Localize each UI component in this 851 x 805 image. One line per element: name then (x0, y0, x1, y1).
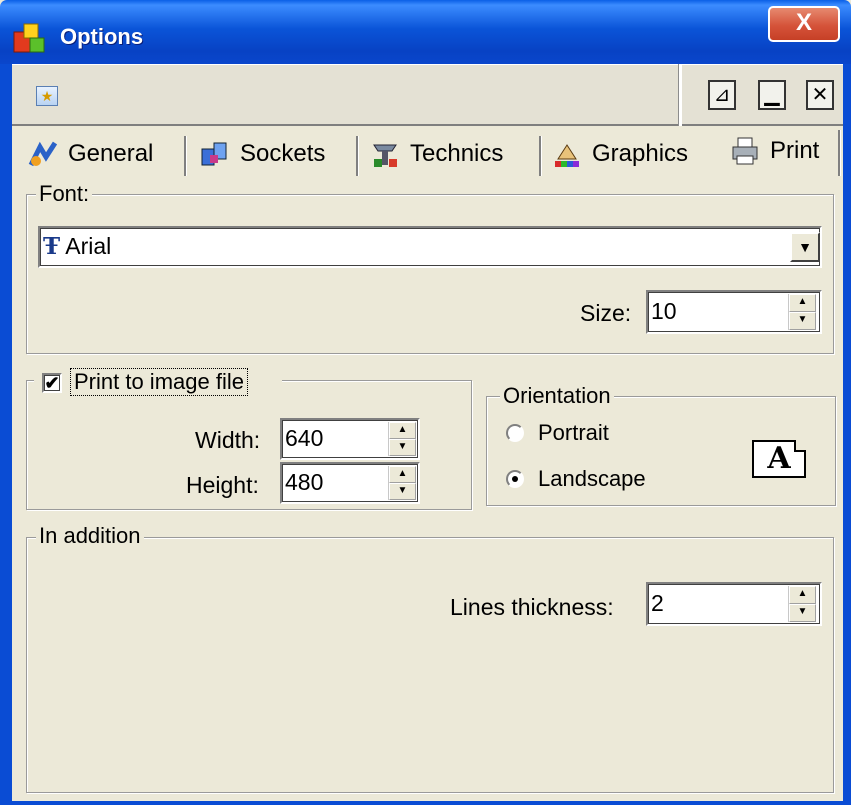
printer-icon (730, 136, 760, 166)
print-to-image-checkbox[interactable]: ✔ (42, 373, 62, 393)
tab-general-label: General (68, 140, 154, 167)
orientation-legend: Orientation (500, 384, 614, 408)
spin-down-icon[interactable]: ▼ (789, 604, 816, 622)
spin-down-icon[interactable]: ▼ (389, 483, 416, 500)
tab-separator (539, 136, 542, 176)
tab-separator (838, 130, 841, 176)
general-icon (28, 139, 58, 169)
size-spinner[interactable]: ▲ ▼ (788, 294, 816, 330)
close-icon[interactable]: ✕ (806, 80, 834, 110)
chevron-down-icon[interactable]: ▼ (790, 232, 820, 262)
tab-graphics[interactable]: Graphics (552, 134, 688, 174)
width-spinner[interactable]: ▲ ▼ (388, 422, 416, 456)
width-label: Width: (195, 427, 261, 453)
options-window: Options X ★ ⊿ ▁ ✕ General Sockets Techni… (0, 0, 851, 805)
height-label: Height: (186, 472, 259, 498)
window-border-bottom (0, 801, 851, 805)
tab-technics-label: Technics (410, 140, 504, 167)
tab-sockets[interactable]: Sockets (200, 134, 325, 174)
portrait-label[interactable]: Portrait (538, 420, 609, 446)
graphics-icon (552, 139, 582, 169)
favorites-star-icon[interactable]: ★ (36, 86, 58, 106)
sockets-icon (200, 139, 230, 169)
spin-up-icon[interactable]: ▲ (389, 466, 416, 483)
window-border-left (0, 64, 12, 805)
tab-sockets-label: Sockets (240, 140, 326, 167)
size-label: Size: (580, 300, 632, 326)
close-window-button[interactable]: X (768, 6, 840, 42)
minimize-icon[interactable]: ▁ (758, 80, 786, 110)
spin-down-icon[interactable]: ▼ (789, 312, 816, 330)
font-select-value: Arial (65, 233, 112, 259)
tab-graphics-label: Graphics (592, 140, 689, 167)
height-spinner[interactable]: ▲ ▼ (388, 466, 416, 500)
lines-thickness-spinner[interactable]: ▲ ▼ (788, 586, 816, 622)
truetype-font-icon: Ŧ (43, 233, 61, 260)
tab-separator (356, 136, 359, 176)
tab-print[interactable]: Print (724, 128, 830, 174)
portrait-radio[interactable] (506, 424, 524, 442)
tab-general[interactable]: General (28, 134, 153, 174)
font-select[interactable]: Ŧ Arial (38, 226, 822, 268)
toolbar-separator (678, 64, 682, 126)
lines-thickness-label: Lines thickness: (450, 594, 614, 620)
technics-icon (370, 139, 400, 169)
spin-down-icon[interactable]: ▼ (389, 439, 416, 456)
tab-technics[interactable]: Technics (370, 134, 503, 174)
tab-strip: General Sockets Technics Graphics Print (12, 126, 843, 178)
spin-up-icon[interactable]: ▲ (389, 422, 416, 439)
tab-separator (184, 136, 187, 176)
spin-up-icon[interactable]: ▲ (789, 294, 816, 312)
restore-icon[interactable]: ⊿ (708, 80, 736, 110)
print-to-image-label[interactable]: Print to image file (70, 368, 248, 396)
landscape-radio[interactable] (506, 470, 524, 488)
spin-up-icon[interactable]: ▲ (789, 586, 816, 604)
tab-print-label: Print (770, 137, 820, 164)
addition-legend: In addition (36, 524, 144, 548)
font-group-legend: Font: (36, 182, 93, 206)
addition-group (26, 537, 834, 793)
window-title: Options (60, 24, 144, 49)
window-border-right (843, 64, 851, 805)
landscape-label[interactable]: Landscape (538, 466, 646, 492)
landscape-page-icon: A (752, 440, 806, 478)
app-icon (12, 22, 48, 56)
